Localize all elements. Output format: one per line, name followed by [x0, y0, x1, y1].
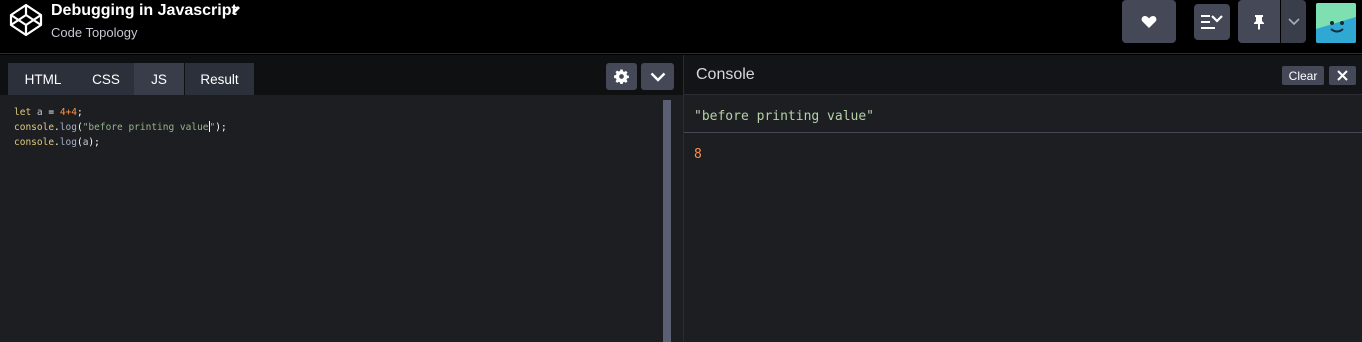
list-chevron-icon: [1201, 15, 1223, 29]
console-log-entry: "before printing value": [684, 96, 1362, 133]
avatar-image: [1316, 3, 1356, 43]
edit-pencil-icon[interactable]: [230, 4, 242, 16]
heart-icon: [1141, 15, 1157, 28]
pen-title[interactable]: Debugging in Javascript: [51, 2, 237, 20]
pin-menu-button[interactable]: [1281, 0, 1306, 43]
console-log-entry: 8: [684, 133, 1362, 173]
chevron-down-icon: [1287, 17, 1300, 25]
chevron-down-icon: [650, 72, 665, 82]
editor-collapse-button[interactable]: [641, 63, 674, 90]
console-pane: Console Clear "before printing value" 8: [684, 55, 1362, 342]
console-close-button[interactable]: [1329, 66, 1356, 85]
codepen-logo-icon[interactable]: [8, 2, 44, 38]
pen-author[interactable]: Code Topology: [51, 25, 138, 40]
code-line-2: console.log("before printing value");: [14, 121, 227, 133]
console-clear-button[interactable]: Clear: [1282, 66, 1324, 85]
pin-icon: [1254, 14, 1264, 30]
code-line-3: console.log(a);: [14, 137, 100, 148]
tab-result[interactable]: Result: [185, 63, 254, 95]
user-avatar[interactable]: [1316, 3, 1356, 43]
editor-tab-bar: HTML CSS JS Result: [0, 55, 683, 95]
editor-settings-button[interactable]: [606, 63, 637, 90]
code-line-1: let a = 4+4;: [14, 107, 83, 118]
top-bar: Debugging in Javascript Code Topology: [0, 0, 1362, 54]
tab-css[interactable]: CSS: [78, 63, 134, 95]
tab-js[interactable]: JS: [134, 63, 184, 95]
close-icon: [1337, 70, 1348, 81]
pin-button[interactable]: [1238, 0, 1280, 43]
collections-button[interactable]: [1194, 4, 1230, 40]
js-editor-pane: HTML CSS JS Result let a = 4+4; console.l…: [0, 55, 683, 342]
like-button[interactable]: [1122, 0, 1176, 43]
console-title: Console: [696, 66, 755, 83]
console-log-text: 8: [694, 147, 702, 162]
console-log-text: "before printing value": [694, 109, 875, 124]
gear-icon: [614, 69, 629, 84]
console-header: Console Clear: [684, 55, 1362, 95]
code-editor[interactable]: let a = 4+4; console.log("before printing…: [14, 105, 227, 150]
editor-scrollbar-thumb[interactable]: [663, 100, 671, 342]
tab-html[interactable]: HTML: [8, 63, 78, 95]
